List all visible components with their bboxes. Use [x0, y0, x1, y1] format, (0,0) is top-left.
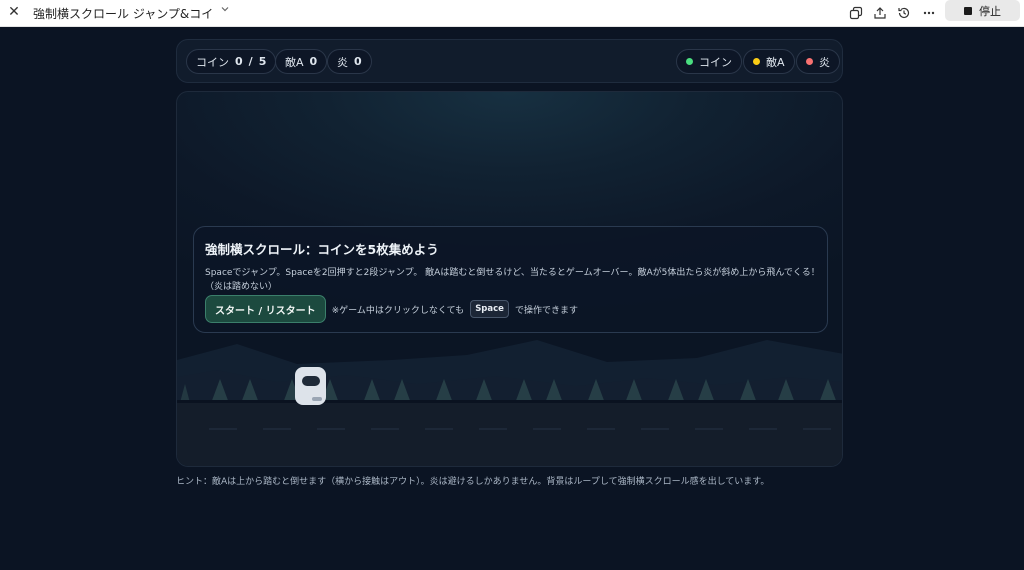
- ground-line: [177, 400, 842, 403]
- game-canvas[interactable]: 強制横スクロール：コインを5枚集めよう Spaceでジャンプ。Spaceを2回押…: [176, 91, 843, 467]
- flame-counter: 炎 0: [327, 49, 372, 74]
- coin-counter-label: コイン: [196, 55, 229, 69]
- history-icon[interactable]: [894, 3, 914, 23]
- legend-enemy-label: 敵A: [766, 55, 785, 69]
- legend-flame: 炎: [796, 49, 840, 74]
- stop-button[interactable]: 停止: [945, 0, 1020, 21]
- stop-icon: [964, 6, 972, 15]
- coin-separator: /: [248, 55, 253, 68]
- chevron-down-icon[interactable]: [220, 4, 230, 17]
- panel-actions: スタート / リスタート ※ゲーム中はクリックしなくても Space で操作でき…: [205, 295, 578, 323]
- legend-enemy: 敵A: [743, 49, 795, 74]
- legend-coin-label: コイン: [699, 55, 732, 69]
- panel-description: Spaceでジャンプ。Spaceを2回押すと2段ジャンプ。 敵Aは踏むと倒せるけ…: [205, 268, 820, 292]
- flame-count: 0: [354, 55, 362, 68]
- enemy-count: 0: [309, 55, 318, 68]
- note-before: ※ゲーム中はクリックしなくても: [331, 305, 465, 316]
- enemy-dot-icon: [753, 58, 760, 65]
- note-after: で操作できます: [514, 305, 578, 316]
- hint-text: ヒント：敵Aは上から踏むと倒せます（横から接触はアウト）。炎は避けるしかありませ…: [176, 477, 770, 487]
- coin-counter: コイン 0 / 5: [186, 49, 277, 74]
- coin-total: 5: [258, 55, 267, 68]
- panel-title: 強制横スクロール：コインを5枚集めよう: [205, 242, 439, 257]
- flame-counter-label: 炎: [337, 55, 348, 69]
- enemy-counter: 敵A 0: [275, 49, 328, 74]
- stop-button-label: 停止: [979, 4, 1001, 18]
- coin-count: 0: [235, 55, 243, 68]
- coin-dot-icon: [686, 58, 693, 65]
- start-restart-button[interactable]: スタート / リスタート: [205, 295, 326, 323]
- close-icon[interactable]: ✕: [5, 3, 23, 21]
- copy-icon[interactable]: [846, 3, 866, 23]
- player-character: [295, 367, 326, 405]
- space-key-badge: Space: [470, 300, 509, 318]
- legend-coin: コイン: [676, 49, 742, 74]
- legend-flame-label: 炎: [819, 55, 830, 69]
- share-icon[interactable]: [870, 3, 890, 23]
- window-topbar: ✕ 強制横スクロール ジャンプ&コインゲ... 停止: [0, 0, 1024, 27]
- enemy-counter-label: 敵A: [285, 55, 304, 69]
- flame-dot-icon: [806, 58, 813, 65]
- more-icon[interactable]: [919, 3, 939, 23]
- window-title: 強制横スクロール ジャンプ&コインゲ...: [33, 7, 215, 21]
- hud-bar: コイン 0 / 5 敵A 0 炎 0 コイン 敵A 炎: [176, 39, 843, 83]
- start-panel: 強制横スクロール：コインを5枚集めよう Spaceでジャンプ。Spaceを2回押…: [193, 226, 828, 333]
- ground: [177, 403, 842, 466]
